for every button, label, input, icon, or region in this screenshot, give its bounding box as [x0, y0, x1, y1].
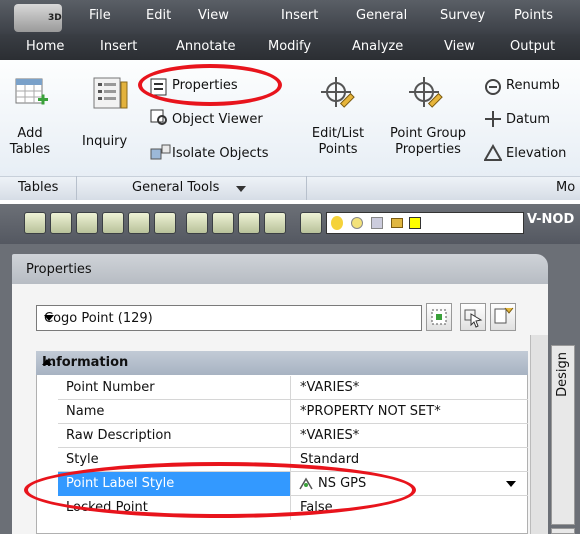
- information-section-title: Information: [42, 355, 129, 370]
- tab-view[interactable]: View: [444, 39, 475, 54]
- selection-value: Cogo Point (129): [44, 311, 153, 326]
- tab-insert[interactable]: Insert: [100, 39, 137, 54]
- column-divider: [290, 400, 291, 424]
- information-section-header[interactable]: Information: [36, 351, 528, 375]
- panel-tables-label: Tables: [18, 180, 59, 195]
- properties-title: Properties: [26, 262, 92, 277]
- quick-select-icon: [494, 307, 514, 324]
- layer-tool-icon[interactable]: [24, 212, 46, 234]
- point-group-properties-icon: [409, 77, 443, 108]
- property-row[interactable]: Raw Description *VARIES*: [58, 424, 528, 448]
- menu-general[interactable]: General: [356, 8, 407, 23]
- panel-general-tools-label[interactable]: General Tools: [132, 180, 219, 196]
- menu-points[interactable]: Points: [514, 8, 553, 23]
- layer-tool-icon[interactable]: [212, 212, 234, 234]
- menu-file[interactable]: File: [89, 8, 111, 23]
- color-swatch-icon: [409, 217, 421, 229]
- renumber-icon: [485, 79, 501, 95]
- menu-insert[interactable]: Insert: [281, 8, 318, 23]
- tab-design[interactable]: Design: [551, 345, 575, 525]
- inquiry-icon: [93, 77, 128, 109]
- layer-name: V-NOD: [527, 212, 575, 227]
- panel-separator: [76, 176, 77, 200]
- elevation-button[interactable]: Elevation: [506, 146, 566, 162]
- menu-bar: 3D File Edit View Insert General Survey …: [0, 0, 580, 34]
- chevron-down-icon[interactable]: [506, 481, 516, 487]
- ribbon-panel-bar: [0, 176, 580, 200]
- menu-edit[interactable]: Edit: [146, 8, 171, 23]
- edit-list-points-icon: [321, 77, 355, 108]
- property-name: Name: [66, 404, 105, 419]
- properties-title-bar[interactable]: Properties: [12, 254, 548, 284]
- layer-tool-icon[interactable]: [154, 212, 176, 234]
- datum-button[interactable]: Datum: [506, 112, 550, 128]
- property-row[interactable]: Point Number *VARIES*: [58, 376, 528, 400]
- select-objects-button[interactable]: [460, 303, 486, 331]
- property-value: *PROPERTY NOT SET*: [300, 404, 441, 419]
- property-value: *VARIES*: [300, 380, 360, 395]
- lightbulb-icon: [331, 216, 343, 230]
- layer-toolbar: [0, 204, 580, 244]
- edit-list-points-button[interactable]: Edit/List Points: [310, 126, 366, 158]
- sun-icon: [351, 217, 363, 229]
- add-table-icon: [15, 78, 48, 105]
- pickadd-icon: [431, 309, 447, 325]
- column-divider: [290, 376, 291, 400]
- quick-select-button[interactable]: [490, 303, 516, 331]
- isolate-objects-icon: [150, 144, 171, 160]
- layer-tool-icon[interactable]: [300, 212, 322, 234]
- tab-output[interactable]: Output: [510, 39, 555, 54]
- property-row[interactable]: Name *PROPERTY NOT SET*: [58, 400, 528, 424]
- layer-dropdown[interactable]: [326, 212, 524, 234]
- highlight-oval: [138, 64, 282, 106]
- point-group-properties-button[interactable]: Point Group Properties: [382, 126, 474, 158]
- select-objects-icon: [464, 309, 483, 328]
- panel-mo-label: Mo: [556, 180, 576, 195]
- tab-display[interactable]: [551, 528, 575, 534]
- selection-dropdown[interactable]: Cogo Point (129): [36, 305, 422, 331]
- layer-tool-icon[interactable]: [238, 212, 260, 234]
- isolate-objects-button[interactable]: Isolate Objects: [172, 146, 268, 162]
- layer-tool-icon[interactable]: [76, 212, 98, 234]
- menu-view[interactable]: View: [198, 8, 229, 23]
- menu-survey[interactable]: Survey: [440, 8, 485, 23]
- tab-analyze[interactable]: Analyze: [352, 39, 403, 54]
- column-divider: [290, 424, 291, 448]
- chevron-down-icon[interactable]: [44, 315, 54, 321]
- toggle-pickadd-button[interactable]: [426, 303, 452, 331]
- object-viewer-icon: [150, 109, 167, 125]
- tab-modify[interactable]: Modify: [268, 39, 311, 54]
- add-tables-button[interactable]: Add Tables: [6, 126, 54, 158]
- layer-tool-icon[interactable]: [102, 212, 124, 234]
- chevron-down-icon[interactable]: [236, 186, 246, 192]
- object-viewer-button[interactable]: Object Viewer: [172, 112, 263, 128]
- highlight-oval: [24, 462, 416, 518]
- tab-annotate[interactable]: Annotate: [176, 39, 235, 54]
- inquiry-button[interactable]: Inquiry: [82, 134, 127, 150]
- properties-scrollbar[interactable]: [530, 335, 548, 534]
- layer-tool-icon[interactable]: [186, 212, 208, 234]
- tab-home[interactable]: Home: [26, 39, 64, 54]
- app-button[interactable]: 3D: [14, 4, 62, 32]
- ribbon-tabs: Home Insert Annotate Modify Analyze View…: [0, 34, 580, 60]
- property-name: Style: [66, 452, 99, 467]
- layer-tool-icon[interactable]: [128, 212, 150, 234]
- app-badge: 3D: [48, 13, 62, 23]
- layer-tool-icon[interactable]: [50, 212, 72, 234]
- property-name: Raw Description: [66, 428, 172, 443]
- property-name: Point Number: [66, 380, 155, 395]
- viewport-icon: [371, 217, 383, 229]
- renumber-button[interactable]: Renumb: [506, 78, 560, 94]
- layer-tool-icon[interactable]: [264, 212, 286, 234]
- datum-icon: [485, 111, 501, 127]
- property-value: *VARIES*: [300, 428, 360, 443]
- panel-separator: [306, 176, 307, 200]
- design-tab-label: Design: [555, 352, 570, 397]
- lock-icon: [391, 218, 403, 228]
- collapse-icon[interactable]: [42, 359, 52, 365]
- elevation-icon: [484, 144, 502, 161]
